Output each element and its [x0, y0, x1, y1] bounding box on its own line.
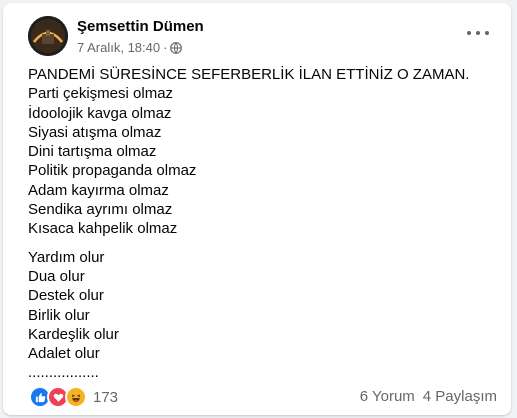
post-text-line: Parti çekişmesi olmaz [28, 85, 174, 103]
post-text-line: Adam kayırma olmaz [28, 181, 169, 199]
post-text-line: Yardım olur [28, 248, 105, 266]
post-text-line: Siyasi atışma olmaz [28, 123, 162, 141]
post-text-line: PANDEMİ SÜRESİNCE SEFERBERLİK İLAN ETTİN… [28, 66, 470, 83]
avatar[interactable] [28, 16, 68, 56]
post-text-line: İdoolojik kavga olmaz [28, 104, 172, 122]
post-text-line: Kısaca kahpelik olmaz [28, 220, 178, 238]
post-text-line: Adalet olur [28, 345, 100, 363]
post-text-line: ................. [28, 364, 99, 382]
post-meta: 7 Aralık, 18:40 · [77, 40, 183, 55]
post-card: Şemsettin Dümen 7 Aralık, 18:40 · PANDEM… [3, 3, 511, 415]
shares-count[interactable]: 4 Paylaşım [423, 388, 497, 405]
post-text-line: Dini tartışma olmaz [28, 143, 157, 161]
comments-count[interactable]: 6 Yorum [360, 388, 415, 405]
reactions-summary[interactable]: 173 [29, 386, 118, 408]
post-text-line: Destek olur [28, 287, 104, 305]
post-text-line: Birlik olur [28, 306, 90, 324]
globe-icon[interactable] [170, 41, 183, 54]
post-timestamp[interactable]: 7 Aralık, 18:40 [77, 40, 160, 55]
author-name[interactable]: Şemsettin Dümen [77, 18, 204, 35]
post-text-line: Sendika ayrımı olmaz [28, 201, 173, 219]
post-body: PANDEMİ SÜRESİNCE SEFERBERLİK İLAN ETTİN… [28, 65, 499, 383]
post-body-group-1: PANDEMİ SÜRESİNCE SEFERBERLİK İLAN ETTİN… [28, 65, 499, 239]
post-text-line: Dua olur [28, 267, 85, 285]
post-text-line: Kardeşlik olur [28, 325, 119, 343]
post-body-group-2: Yardım olur Dua olur Destek olur Birlik olu… [28, 248, 499, 383]
avatar-image [28, 16, 68, 56]
meta-separator: · [163, 40, 168, 55]
reaction-count: 173 [93, 388, 119, 406]
more-options-icon[interactable] [467, 26, 489, 40]
engagement-stats: 6 Yorum 4 Paylaşım [360, 388, 497, 405]
post-header: Şemsettin Dümen 7 Aralık, 18:40 · [28, 14, 499, 58]
haha-icon [65, 386, 87, 408]
post-footer: 173 6 Yorum 4 Paylaşım [29, 384, 497, 410]
post-text-line: Politik propaganda olmaz [28, 162, 197, 180]
